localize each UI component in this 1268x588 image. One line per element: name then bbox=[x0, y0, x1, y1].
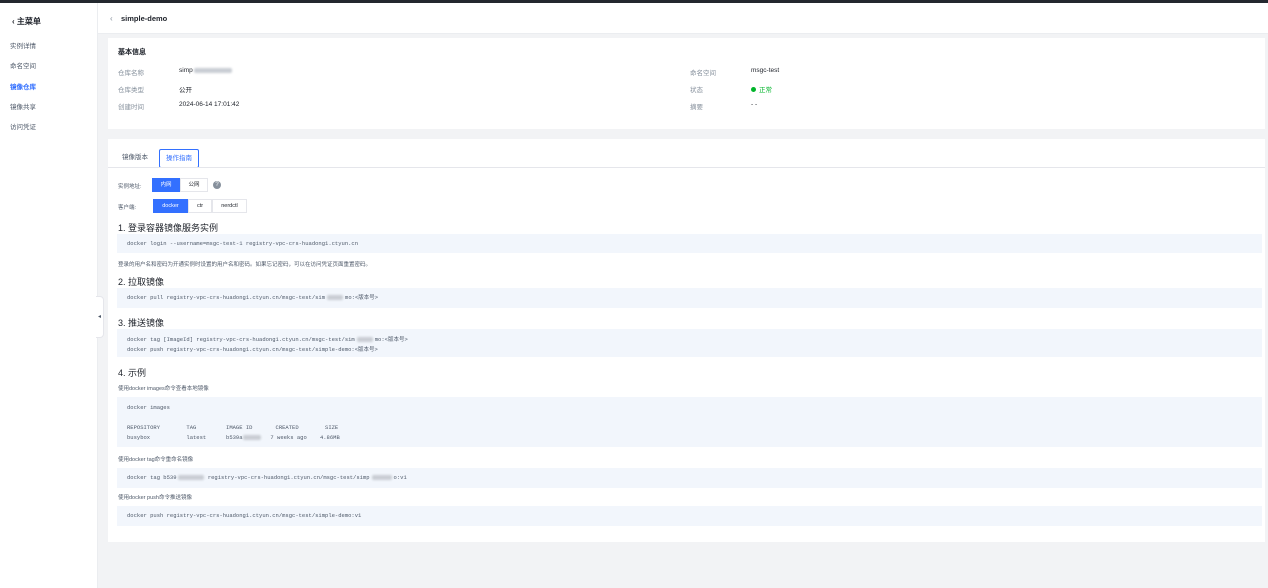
sidebar-item-access-credentials[interactable]: 访问凭证 bbox=[10, 121, 36, 131]
step3-code[interactable]: docker tag [ImageId] registry-vpc-crs-hu… bbox=[117, 329, 1262, 357]
example1-note: 使用docker images命令查看本地镜像 bbox=[118, 386, 209, 392]
repo-name-label: 仓库名称 bbox=[118, 70, 144, 77]
summary-value: - - bbox=[751, 101, 758, 108]
help-icon[interactable]: ? bbox=[213, 181, 221, 189]
repo-type-label: 仓库类型 bbox=[118, 87, 144, 94]
sidebar-item-namespaces[interactable]: 命名空间 bbox=[10, 60, 36, 70]
step1-note: 登录的用户名和密码为开通实例时设置的用户名和密码。如果忘记密码，可以在访问凭证页… bbox=[118, 262, 372, 268]
status-badge: 正常 bbox=[751, 84, 772, 94]
step2-title: 2. 拉取镜像 bbox=[118, 277, 165, 287]
collapse-sidebar-icon[interactable]: ◂ bbox=[96, 296, 104, 338]
client-label: 客户端: bbox=[118, 205, 137, 211]
sidebar: ‹ 主菜单 实例详情 命名空间 镜像仓库 镜像共享 访问凭证 bbox=[0, 3, 98, 588]
tab-image-versions[interactable]: 镜像版本 bbox=[116, 149, 154, 166]
address-option-intranet[interactable]: 内网 bbox=[152, 178, 180, 192]
tabs-divider bbox=[108, 167, 1265, 168]
check-circle-icon bbox=[751, 86, 756, 92]
tab-operation-guide[interactable]: 操作指南 bbox=[159, 149, 199, 168]
step2-code[interactable]: docker pull registry-vpc-crs-huadong1.ct… bbox=[117, 288, 1262, 308]
chevron-left-icon: ‹ bbox=[12, 17, 15, 26]
guide-card: 镜像版本 操作指南 实例地址: 内网 公网 ? 客户端: docker ctr … bbox=[108, 139, 1265, 542]
sidebar-title[interactable]: ‹ 主菜单 bbox=[12, 16, 41, 27]
created-time-label: 创建时间 bbox=[118, 104, 144, 111]
sidebar-title-label: 主菜单 bbox=[16, 17, 41, 26]
summary-label: 摘要 bbox=[690, 104, 703, 111]
example3-note: 使用docker push命令推送镜像 bbox=[118, 495, 192, 501]
page-header: ‹ simple-demo bbox=[98, 3, 1268, 34]
client-option-nerdctl[interactable]: nerdctl bbox=[212, 199, 247, 213]
example3-code[interactable]: docker push registry-vpc-crs-huadong1.ct… bbox=[117, 506, 1262, 526]
sidebar-item-instance-details[interactable]: 实例详情 bbox=[10, 40, 36, 50]
step3-title: 3. 推送镜像 bbox=[118, 318, 165, 328]
back-arrow-icon[interactable]: ‹ bbox=[110, 14, 113, 23]
example2-code[interactable]: docker tag b539 registry-vpc-crs-huadong… bbox=[117, 468, 1262, 488]
basic-info-card: 基本信息 仓库名称 simp 仓库类型 公开 创建时间 2024-06-14 1… bbox=[108, 38, 1265, 129]
sidebar-item-image-sharing[interactable]: 镜像共享 bbox=[10, 101, 36, 111]
repo-name-value: simp bbox=[179, 67, 232, 74]
step4-title: 4. 示例 bbox=[118, 368, 147, 378]
address-option-public[interactable]: 公网 bbox=[180, 178, 208, 192]
namespace-value: msgc-test bbox=[751, 67, 780, 74]
page-title: simple-demo bbox=[121, 14, 168, 23]
repo-type-value: 公开 bbox=[179, 87, 192, 94]
basic-info-title: 基本信息 bbox=[118, 49, 146, 56]
step1-title: 1. 登录容器镜像服务实例 bbox=[118, 223, 219, 233]
example2-note: 使用docker tag命令重命名镜像 bbox=[118, 457, 194, 463]
step1-code[interactable]: docker login --username=msgc-test-1 regi… bbox=[117, 234, 1262, 253]
client-option-docker[interactable]: docker bbox=[153, 199, 188, 213]
status-label: 状态 bbox=[690, 87, 703, 94]
client-option-ctr[interactable]: ctr bbox=[188, 199, 212, 213]
example1-code[interactable]: docker images REPOSITORY TAG IMAGE ID CR… bbox=[117, 397, 1262, 447]
address-label: 实例地址: bbox=[118, 184, 142, 190]
created-time-value: 2024-06-14 17:01:42 bbox=[179, 101, 240, 108]
sidebar-item-image-repos[interactable]: 镜像仓库 bbox=[10, 81, 36, 91]
namespace-label: 命名空间 bbox=[690, 70, 716, 77]
